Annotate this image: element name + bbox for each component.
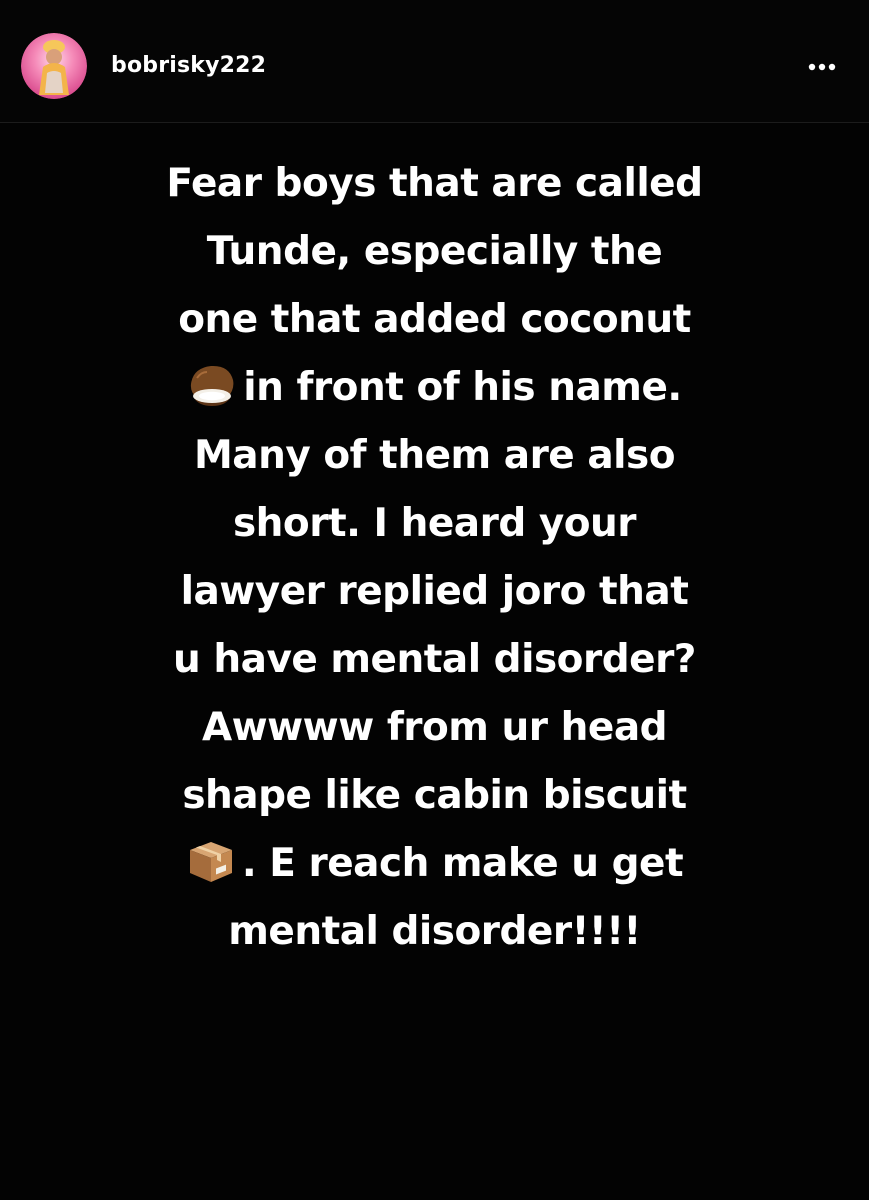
- story-line: . E reach make u get: [241, 841, 684, 886]
- story-line: shape like cabin biscuit: [182, 773, 687, 818]
- profile-avatar[interactable]: [21, 33, 87, 99]
- story-line: Fear boys that are called: [166, 161, 703, 206]
- story-line-with-emoji: in front of his name.: [100, 354, 769, 422]
- story-line: Many of them are also: [193, 433, 676, 478]
- story-line: lawyer replied joro that: [180, 569, 689, 614]
- story-line: mental disorder!!!!: [228, 909, 641, 954]
- story-header: bobrisky222: [0, 0, 869, 123]
- username[interactable]: bobrisky222: [111, 51, 266, 81]
- package-emoji: [186, 836, 236, 884]
- story-text: Fear boys that are called Tunde, especia…: [100, 150, 769, 966]
- coconut-emoji: [187, 362, 237, 408]
- story-line: in front of his name.: [243, 365, 682, 410]
- story-line: one that added coconut: [178, 297, 691, 342]
- story-line: Awwww from ur head: [201, 705, 668, 750]
- story-line: Tunde, especially the: [206, 229, 663, 274]
- more-options-icon[interactable]: [800, 50, 844, 84]
- story-line-with-emoji: . E reach make u get: [100, 830, 769, 898]
- story-line: u have mental disorder?: [173, 637, 696, 682]
- story-line: short. I heard your: [232, 501, 637, 546]
